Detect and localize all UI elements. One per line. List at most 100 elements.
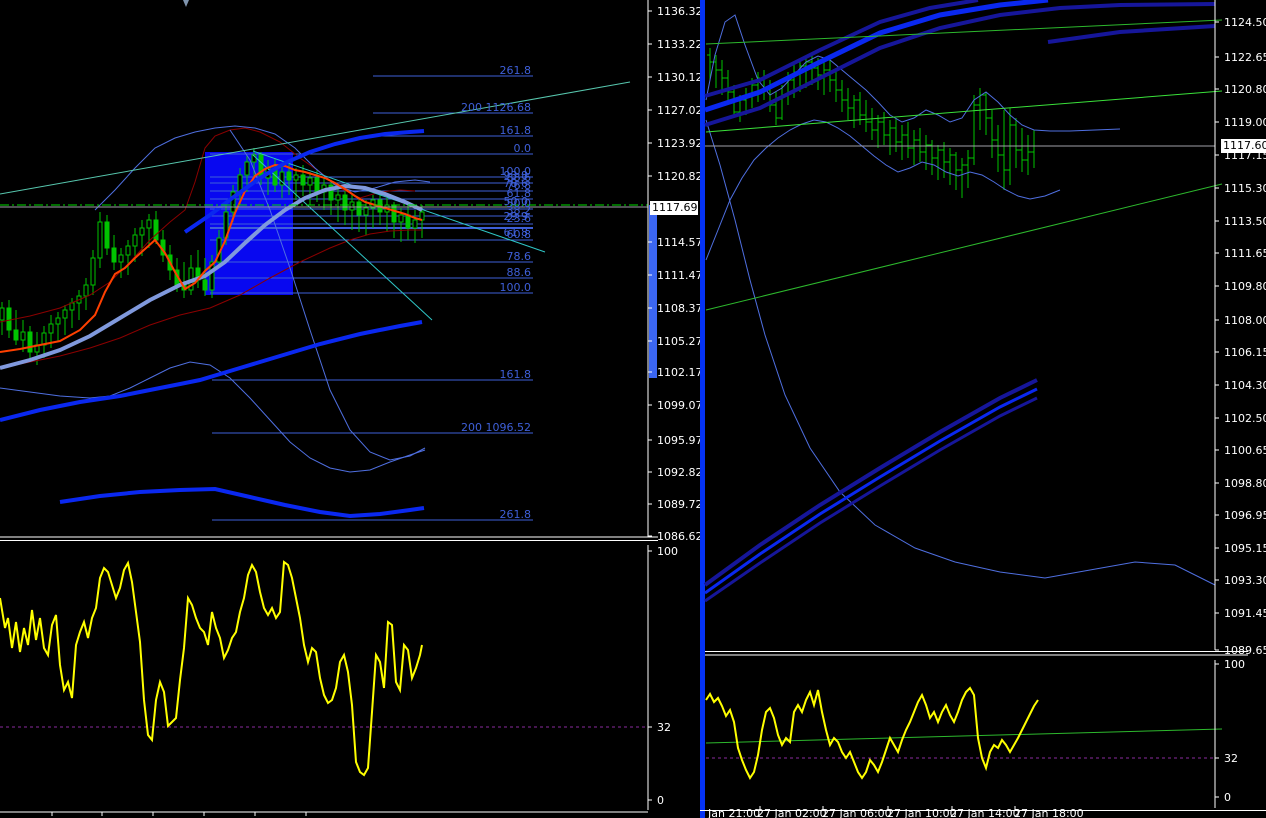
candle-body [0,307,5,321]
candle-body [48,323,54,334]
price-axis-label: 1091.45 [1224,607,1266,620]
fib-label: 0.0 [514,142,532,155]
candle-body [342,194,348,211]
price-axis-label: 1100.65 [1224,444,1266,457]
candle-body [153,219,159,241]
candle-body [146,219,152,229]
panel-divider-bar [700,0,705,818]
left-price-box: 1117.69 [650,201,698,215]
price-axis-label: 1095.15 [1224,542,1266,555]
candle-body [111,247,117,263]
price-axis-label: 1108.37 [657,302,703,315]
candle-body [6,307,12,331]
fib-label: 100.0 [500,281,532,294]
candle-body [97,221,103,259]
candle-body [90,257,96,286]
price-axis-label: 1092.82 [657,466,703,479]
price-axis-label: 1108.00 [1224,314,1266,327]
candle-body [118,254,124,263]
fib-label: 261.8 [500,64,532,77]
band-navy-mid-2 [704,396,1038,603]
candle-body [62,309,68,319]
fib-label: 261.8 [500,508,532,521]
band-navy-topright [1047,24,1216,44]
candle-body [20,331,26,341]
ma-blue-long [0,320,423,422]
candle-body [27,331,33,353]
time-axis-label: Jan 21:00 [707,807,760,818]
candle-body [69,302,75,311]
price-axis-label: 1124.50 [1224,16,1266,29]
price-axis-label: 1130.12 [657,71,703,84]
candle-body [286,171,292,181]
fib-label: 161.8 [500,368,532,381]
price-axis-label: 1086.62 [657,530,703,543]
price-axis-label: 1113.50 [1224,215,1266,228]
price-axis-label: 1089.65 [1224,644,1266,657]
price-axis-label: 1099.07 [657,399,703,412]
osc-axis-label: 0 [1224,791,1231,804]
price-axis-label: 1095.97 [657,434,703,447]
fib-label: 78.6 [507,250,532,263]
candle-body [314,177,320,193]
oscillator-line [0,560,423,777]
fib-label: 29.9 [504,210,529,223]
fib-label: 161.8 [500,124,532,137]
candle-body [55,317,61,325]
price-axis-label: 1123.92 [657,137,703,150]
price-axis-label: 1111.65 [1224,247,1266,260]
candle-body [244,161,250,176]
osc-axis-label: 100 [1224,658,1245,671]
right-price-box: 1117.60 [1221,139,1266,153]
right-price-value: 1117.60 [1223,139,1266,152]
price-axis-label: 1096.95 [1224,509,1266,522]
time-axis-label: 27 Jan 02:00 [757,807,827,818]
time-axis-label: 27 Jan 10:00 [887,807,957,818]
price-axis-label: 1105.27 [657,335,703,348]
price-axis-label: 1133.22 [657,38,703,51]
time-axis-label: 27 Jan 18:00 [1014,807,1084,818]
candle-body [349,201,355,211]
time-axis-label: 27 Jan 14:00 [950,807,1020,818]
price-axis-label: 1102.50 [1224,412,1266,425]
price-axis-label: 1098.80 [1224,477,1266,490]
candle-body [391,204,397,223]
price-axis-label: 1127.02 [657,104,703,117]
price-axis-label: 1093.30 [1224,574,1266,587]
candle-body [293,174,299,181]
osc-axis-label: 100 [657,545,678,558]
band-thin-lower [0,361,426,473]
price-axis-label: 1089.72 [657,498,703,511]
candle-body [405,214,411,229]
band-thin-mid [705,119,1061,261]
fib-label: 200 1096.52 [461,421,531,434]
left-price-value: 1117.69 [652,201,698,214]
candle-body [398,214,404,223]
ma-blue-bottom [59,486,425,519]
price-axis-label: 1122.65 [1224,51,1266,64]
price-axis-label: 1104.30 [1224,379,1266,392]
trading-terminal: 261.8 200 1126.68 161.8 0.0 100.0 88.6 93.8 76.… [0,0,1266,818]
candle-body [202,279,208,291]
charts-canvas[interactable]: 261.8200 1126.68161.80.0100.088.693.876.… [0,0,1266,818]
trendline-green-low [705,183,1223,311]
oscillator-line [705,686,1039,780]
candle-body [307,177,313,186]
candle-body [132,234,138,247]
candle-body [104,221,110,249]
fib-label: 200 1126.68 [461,101,531,114]
price-axis-label: 1120.82 [657,170,703,183]
candle-body [356,201,362,216]
axis-highlight-bar [649,205,657,378]
time-axis-label: 27 Jan 06:00 [822,807,892,818]
candle-body [300,174,306,186]
price-axis-label: 1119.00 [1224,116,1266,129]
price-axis-label: 1136.32 [657,5,703,18]
fib-label: 88.6 [507,266,532,279]
price-axis-label: 1102.17 [657,366,703,379]
osc-axis-label: 32 [1224,752,1238,765]
price-axis-label: 1120.80 [1224,83,1266,96]
band-thin-lower [705,119,1216,586]
price-axis-label: 1114.57 [657,236,703,249]
candle-body [412,219,418,229]
